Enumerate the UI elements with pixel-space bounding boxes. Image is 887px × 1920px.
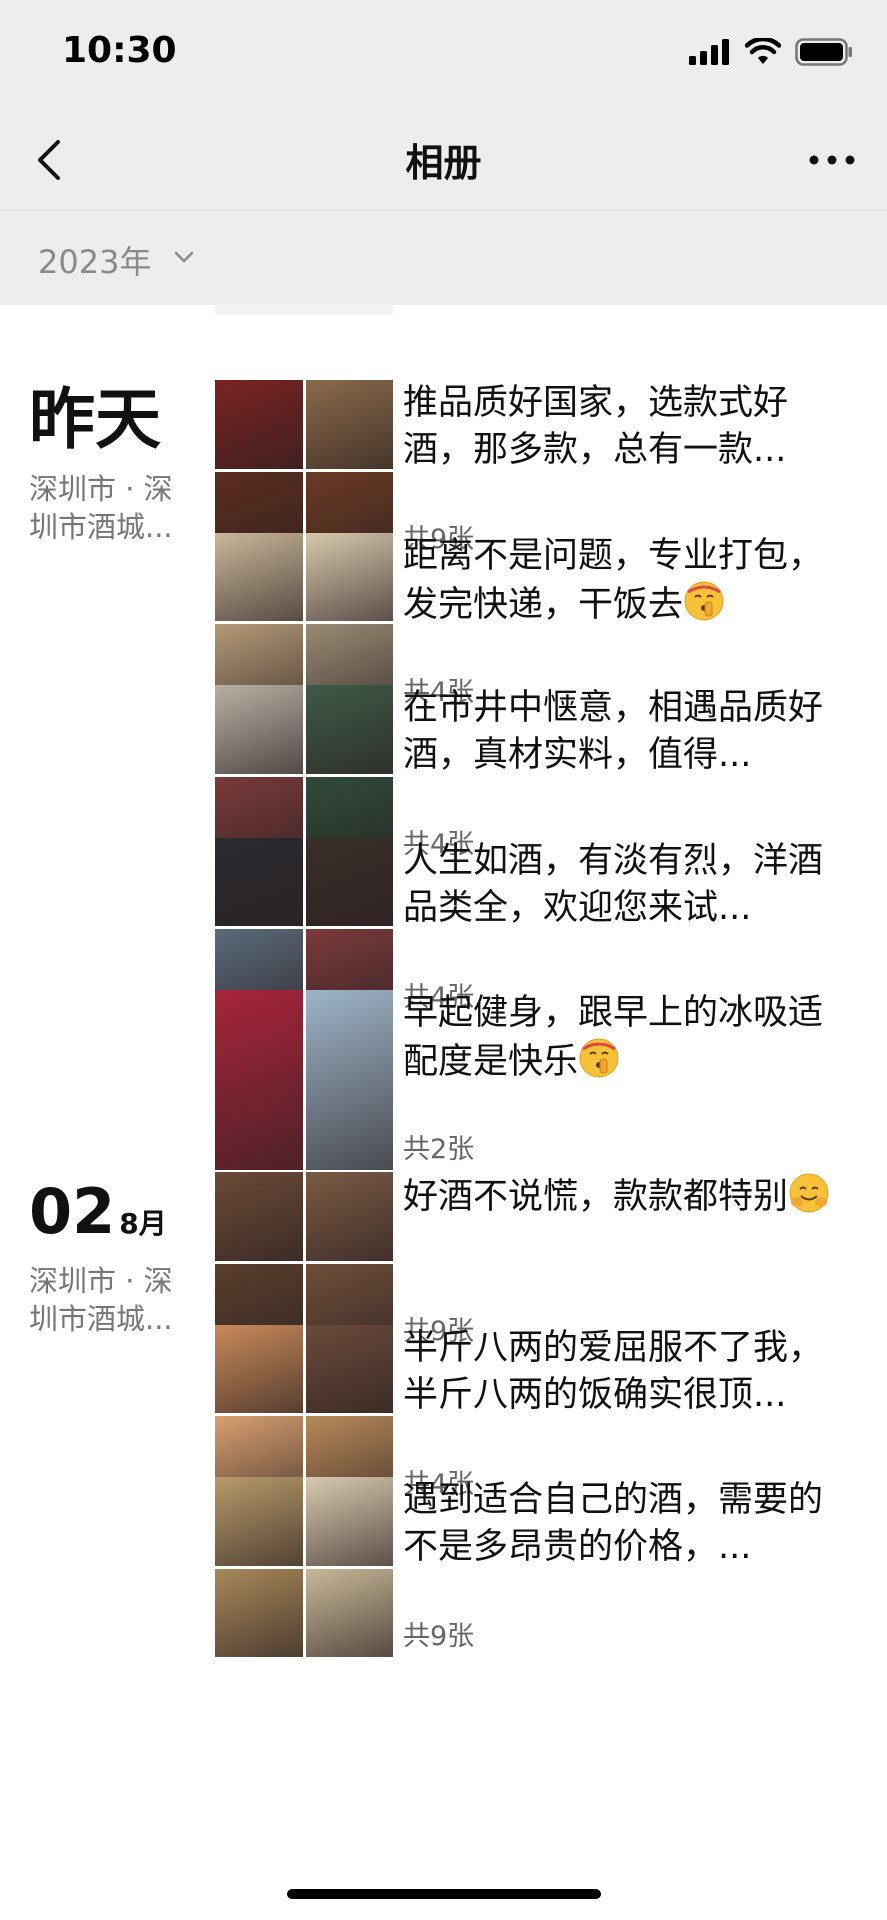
photo-thumbnail[interactable] — [305, 990, 393, 1170]
photo-thumbnail[interactable] — [305, 532, 393, 621]
chevron-down-icon[interactable] — [172, 247, 196, 267]
album-list: 昨天 深圳市 · 深圳市酒城... 推品质好国家，选款式好酒，那多款，总有一款...… — [0, 305, 887, 1920]
status-icons — [689, 38, 853, 66]
nav-bar: 相册 — [0, 110, 887, 211]
post-caption: 在市井中惬意，相遇品质好酒，真材实料，值得... — [403, 685, 853, 779]
post-caption: 推品质好国家，选款式好酒，那多款，总有一款... — [403, 380, 853, 474]
photo-thumbnail[interactable] — [305, 1324, 393, 1413]
photo-count: 共2张 — [403, 1134, 475, 1165]
photo-thumbnail[interactable] — [305, 685, 393, 774]
shushing-face-emoji-icon — [579, 1038, 619, 1078]
post-caption: 距离不是问题，专业打包，发完快递，干饭去 — [403, 533, 853, 629]
photo-thumbnail[interactable] — [215, 990, 303, 1170]
post-caption-text: 推品质好国家，选款式好酒，那多款，总有一款... — [403, 383, 789, 470]
hugging-face-emoji-icon — [789, 1173, 829, 1213]
post-caption: 半斤八两的爱屈服不了我，半斤八两的饭确实很顶... — [403, 1325, 853, 1419]
home-indicator — [287, 1889, 601, 1899]
previous-post-stub — [215, 305, 393, 315]
album-post[interactable]: 早起健身，跟早上的冰吸适配度是快乐共2张 — [0, 990, 887, 1170]
page-title: 相册 — [405, 141, 482, 185]
post-caption: 好酒不说慌，款款都特别 — [403, 1172, 853, 1221]
status-time: 10:30 — [62, 30, 177, 71]
post-caption-text: 人生如酒，有淡有烈，洋酒品类全，欢迎您来试... — [403, 840, 824, 928]
post-caption: 早起健身，跟早上的冰吸适配度是快乐 — [403, 990, 853, 1086]
photo-thumbnail[interactable] — [305, 1568, 393, 1657]
photo-grid[interactable] — [215, 1477, 393, 1657]
post-caption-text: 遇到适合自己的酒，需要的不是多昂贵的价格，... — [403, 1480, 824, 1567]
year-filter[interactable]: 2023年 — [0, 211, 887, 305]
post-caption-text: 在市井中惬意，相遇品质好酒，真材实料，值得... — [403, 688, 824, 775]
photo-thumbnail[interactable] — [215, 685, 303, 774]
photo-thumbnail[interactable] — [215, 1324, 303, 1413]
photo-thumbnail[interactable] — [215, 532, 303, 621]
post-caption-text: 距离不是问题，专业打包，发完快递，干饭去 — [403, 535, 824, 625]
photo-thumbnail[interactable] — [305, 1477, 393, 1566]
shushing-face-emoji-icon — [684, 581, 724, 620]
photo-count: 共9张 — [403, 1621, 475, 1652]
post-caption: 人生如酒，有淡有烈，洋酒品类全，欢迎您来试... — [403, 838, 853, 932]
photo-thumbnail[interactable] — [305, 380, 393, 469]
post-caption-text: 好酒不说慌，款款都特别 — [403, 1177, 789, 1217]
photo-thumbnail[interactable] — [215, 1568, 303, 1657]
battery-icon — [795, 38, 852, 66]
photo-thumbnail[interactable] — [305, 837, 393, 926]
more-options-icon[interactable] — [807, 148, 857, 172]
photo-thumbnail[interactable] — [215, 837, 303, 926]
wifi-icon — [745, 38, 781, 64]
post-caption-text: 半斤八两的爱屈服不了我，半斤八两的饭确实很顶... — [403, 1327, 824, 1415]
photo-grid[interactable] — [215, 990, 393, 1170]
album-post[interactable]: 遇到适合自己的酒，需要的不是多昂贵的价格，... 共9张 — [0, 1477, 887, 1657]
status-bar: 10:30 — [0, 0, 887, 110]
post-caption: 遇到适合自己的酒，需要的不是多昂贵的价格，... — [403, 1477, 853, 1571]
year-label[interactable]: 2023年 — [38, 237, 151, 283]
photo-thumbnail[interactable] — [215, 1477, 303, 1566]
photo-thumbnail[interactable] — [215, 1172, 303, 1261]
cellular-signal-icon — [689, 39, 729, 65]
photo-thumbnail[interactable] — [305, 1172, 393, 1261]
photo-thumbnail[interactable] — [215, 380, 303, 469]
